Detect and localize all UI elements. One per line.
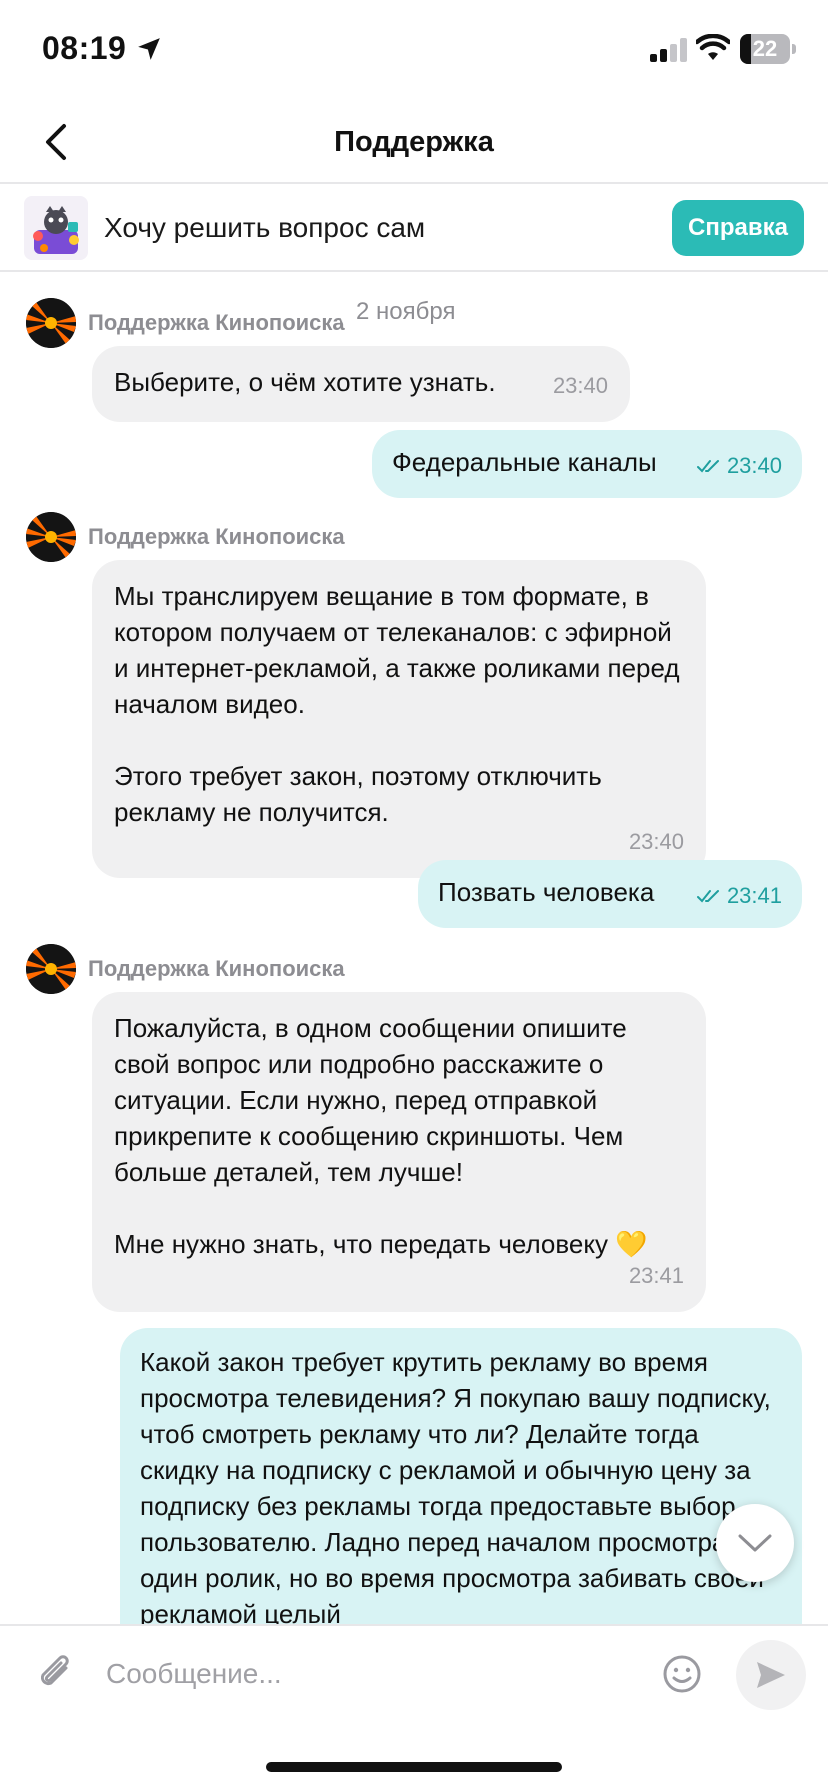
sender-name: Поддержка Кинопоиска — [88, 310, 345, 335]
banner-text: Хочу решить вопрос сам — [104, 212, 426, 243]
outgoing-message: Федеральные каналы 23:40 — [372, 430, 802, 498]
message-paragraph: Пожалуйста, в одном сообщении опишите св… — [114, 1013, 627, 1187]
date-separator: 2 ноября — [340, 288, 472, 336]
page-title: Поддержка — [334, 126, 494, 158]
back-button[interactable] — [30, 114, 82, 170]
send-icon — [757, 1662, 785, 1688]
signal-icon — [650, 38, 687, 62]
chevron-down-icon — [738, 1534, 772, 1552]
message-time: 23:41 — [726, 883, 782, 908]
battery-level-text: 22 — [752, 36, 778, 61]
scroll-to-bottom-button[interactable] — [716, 1504, 794, 1582]
message-time: 23:40 — [628, 829, 684, 854]
message-time: 23:40 — [552, 373, 608, 398]
incoming-message: Мы транслируем вещание в том формате, в … — [92, 560, 706, 878]
emoji-icon[interactable] — [662, 1654, 702, 1694]
support-avatar — [26, 944, 76, 994]
banner-illustration — [24, 196, 88, 260]
message-composer — [0, 1624, 828, 1720]
message-time: 23:40 — [726, 453, 782, 478]
sender-name: Поддержка Кинопоиска — [88, 956, 345, 981]
support-avatar — [26, 298, 76, 348]
support-avatar — [26, 512, 76, 562]
message-text: Позвать человека — [438, 877, 655, 907]
message-paragraph: Мы транслируем вещание в том формате, в … — [114, 581, 680, 719]
status-time: 08:19 — [42, 30, 127, 66]
read-check-icon — [696, 460, 719, 473]
read-check-icon — [696, 890, 719, 903]
help-button[interactable]: Справка — [672, 200, 804, 256]
self-help-banner[interactable]: Хочу решить вопрос сам Справка — [0, 186, 828, 272]
outgoing-message: Какой закон требует крутить рекламу во в… — [120, 1328, 802, 1624]
battery-icon: 22 — [740, 34, 796, 64]
outgoing-message: Позвать человека 23:41 — [418, 860, 802, 928]
chat-thread[interactable]: Поддержка Кинопоиска 2 ноября Выберите, … — [0, 274, 828, 1624]
message-input[interactable] — [106, 1644, 626, 1704]
message-paragraph: Мне нужно знать, что передать человеку 💛 — [114, 1229, 648, 1259]
message-text: Федеральные каналы — [392, 447, 657, 477]
incoming-message: Пожалуйста, в одном сообщении опишите св… — [92, 992, 706, 1312]
sender-name: Поддержка Кинопоиска — [88, 524, 345, 549]
nav-header: Поддержка — [0, 100, 828, 184]
incoming-message: Выберите, о чём хотите узнать. 23:40 — [92, 346, 630, 422]
back-chevron-icon — [46, 124, 66, 160]
message-time: 23:41 — [628, 1263, 684, 1288]
wifi-icon — [696, 34, 730, 60]
home-indicator — [266, 1762, 562, 1772]
message-text: Какой закон требует крутить рекламу во в… — [140, 1347, 771, 1624]
location-arrow-icon — [138, 38, 160, 60]
send-button[interactable] — [736, 1640, 806, 1710]
paperclip-icon[interactable] — [36, 1652, 76, 1696]
message-text: Выберите, о чём хотите узнать. — [114, 367, 496, 397]
status-bar: 08:19 22 — [0, 0, 828, 100]
message-paragraph: Этого требует закон, поэтому отключить р… — [114, 761, 602, 827]
